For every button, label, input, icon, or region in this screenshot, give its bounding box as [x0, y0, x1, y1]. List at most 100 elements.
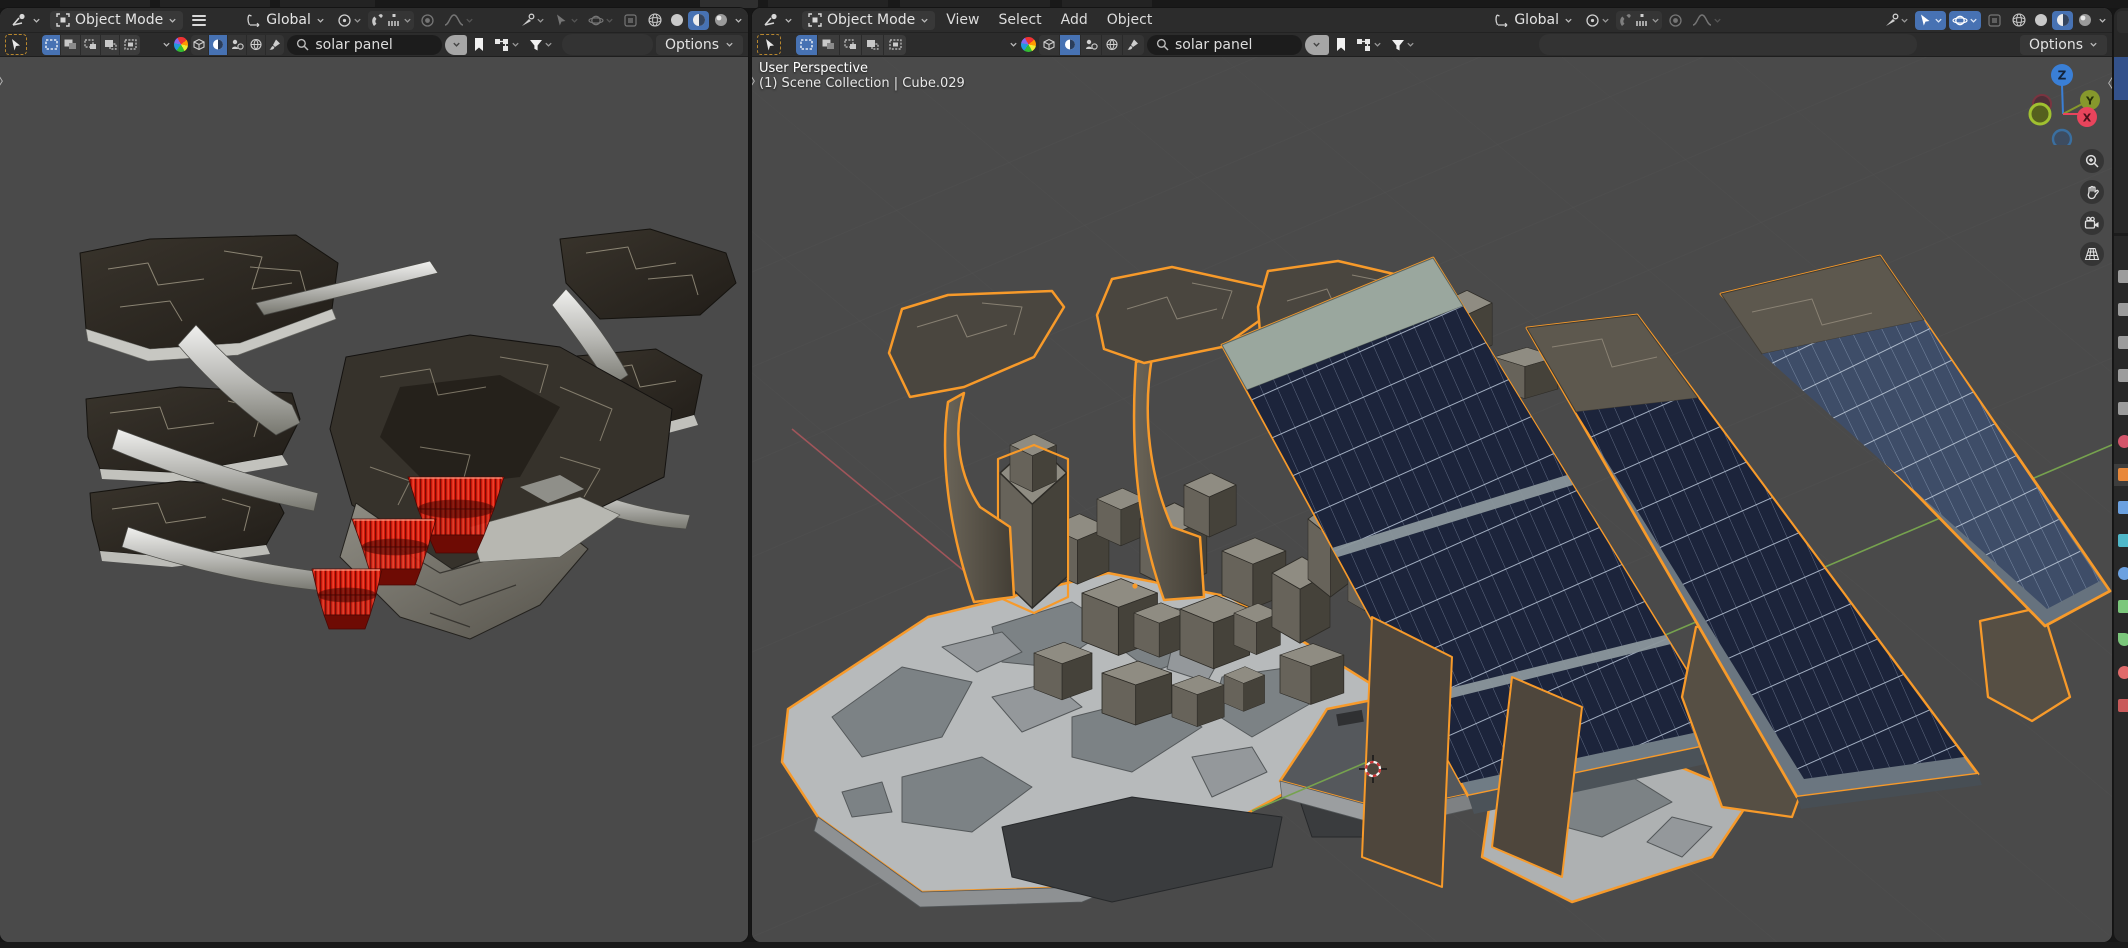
- navigation-gizmo[interactable]: Z Y X: [2016, 61, 2108, 145]
- left-3d-scene[interactable]: [0, 57, 748, 942]
- shading-rendered-button[interactable]: [710, 11, 731, 30]
- asset-bar-region[interactable]: [562, 34, 653, 55]
- asset-type-scene[interactable]: [228, 35, 247, 55]
- axis-neg-z-ball[interactable]: [2053, 130, 2071, 145]
- tab-object-icon[interactable]: [2118, 468, 2128, 481]
- bookmarks-button[interactable]: [1332, 35, 1350, 54]
- collapsed-menus-button[interactable]: [186, 15, 212, 26]
- asset-type-brush[interactable]: [266, 35, 285, 55]
- workspace-tab[interactable]: [768, 0, 888, 8]
- select-mode-subtract[interactable]: [840, 35, 862, 55]
- asset-type-material[interactable]: [1060, 35, 1081, 55]
- asset-type-model[interactable]: [1039, 35, 1060, 55]
- workspace-tab[interactable]: [900, 0, 1050, 8]
- asset-type-brush[interactable]: [1123, 35, 1144, 55]
- show-gizmo-button[interactable]: [1915, 11, 1946, 30]
- sliver-header-stub[interactable]: [2117, 11, 2128, 33]
- spaceship-model[interactable]: [80, 229, 736, 639]
- axis-y-ball[interactable]: Y: [2080, 90, 2100, 110]
- tab-particles-icon[interactable]: [2118, 534, 2128, 547]
- search-input[interactable]: [1175, 37, 1293, 53]
- tab-physics-icon[interactable]: [2118, 567, 2128, 580]
- panel-collapse-icon[interactable]: [162, 40, 171, 49]
- menu-add[interactable]: Add: [1053, 12, 1096, 28]
- object-type-visibility-dropdown[interactable]: [1881, 11, 1912, 30]
- axis-neg-y-ball[interactable]: [2030, 104, 2050, 124]
- shading-solid-button[interactable]: [666, 11, 687, 30]
- camera-view-button[interactable]: [2080, 211, 2104, 235]
- bookmarks-button[interactable]: [470, 35, 488, 54]
- toggle-xray-button[interactable]: [620, 11, 641, 30]
- tab-modifiers-icon[interactable]: [2118, 501, 2128, 514]
- toolbar-expand-arrow[interactable]: 〉: [0, 69, 11, 91]
- perspective-toggle-button[interactable]: [2080, 242, 2104, 266]
- active-tool-button[interactable]: [5, 34, 27, 55]
- menu-object[interactable]: Object: [1099, 12, 1161, 28]
- shading-wireframe-button[interactable]: [644, 11, 665, 30]
- axis-z-ball[interactable]: Z: [2051, 64, 2073, 86]
- shading-wireframe-button[interactable]: [2008, 11, 2029, 30]
- select-mode-invert[interactable]: [862, 35, 884, 55]
- tool-options-dropdown[interactable]: Options: [2020, 35, 2107, 55]
- categories-dropdown[interactable]: [491, 35, 523, 54]
- solar-station-model[interactable]: [782, 256, 2112, 907]
- shading-material-button[interactable]: [688, 11, 709, 30]
- outliner-selected-row[interactable]: [2114, 57, 2128, 100]
- snapping-group[interactable]: [368, 11, 414, 30]
- shading-rendered-button[interactable]: [2074, 11, 2095, 30]
- tab-viewlayer-icon[interactable]: [2118, 369, 2128, 382]
- pan-button[interactable]: [2080, 180, 2104, 204]
- transform-orientation-dropdown[interactable]: Global: [240, 11, 331, 30]
- blenderkit-logo-icon[interactable]: [1021, 37, 1036, 52]
- right-3d-scene[interactable]: [752, 57, 2112, 942]
- filter-dropdown[interactable]: [526, 35, 556, 54]
- asset-type-material[interactable]: [209, 35, 228, 55]
- select-mode-extend[interactable]: [61, 35, 81, 55]
- show-overlays-button[interactable]: [1949, 11, 1981, 30]
- tab-constraints-icon[interactable]: [2118, 600, 2128, 613]
- shading-material-button[interactable]: [2052, 11, 2073, 30]
- asset-type-scene[interactable]: [1081, 35, 1102, 55]
- toggle-xray-button[interactable]: [1984, 11, 2005, 30]
- tab-render-icon[interactable]: [2118, 303, 2128, 316]
- object-type-visibility-dropdown[interactable]: [517, 11, 548, 30]
- tab-texture-icon[interactable]: [2118, 699, 2128, 712]
- tab-object-data-icon[interactable]: [2118, 633, 2128, 646]
- workspace-tab[interactable]: [160, 0, 270, 8]
- select-mode-intersect[interactable]: [884, 35, 906, 55]
- search-input[interactable]: [315, 37, 433, 53]
- menu-select[interactable]: Select: [990, 12, 1049, 28]
- mode-dropdown[interactable]: Object Mode: [50, 11, 183, 30]
- workspace-tab[interactable]: [280, 0, 375, 8]
- panel-collapse-icon[interactable]: [1009, 40, 1018, 49]
- select-mode-set[interactable]: [796, 35, 818, 55]
- tab-material-icon[interactable]: [2118, 666, 2128, 679]
- left-viewport-canvas[interactable]: 〉: [0, 57, 748, 942]
- right-viewport-canvas[interactable]: 〉 〈 User Perspective (1) Scene Collectio…: [752, 57, 2112, 942]
- show-overlays-button[interactable]: [585, 11, 617, 30]
- zoom-button[interactable]: [2080, 149, 2104, 173]
- mode-dropdown[interactable]: Object Mode: [802, 11, 935, 30]
- asset-search-field[interactable]: [1147, 35, 1302, 55]
- select-mode-subtract[interactable]: [81, 35, 101, 55]
- workspace-tab[interactable]: [1062, 0, 1152, 8]
- transform-orientation-dropdown[interactable]: Global: [1488, 11, 1579, 30]
- select-mode-intersect[interactable]: [120, 35, 140, 55]
- proportional-editing-button[interactable]: [417, 11, 438, 30]
- tab-tool-icon[interactable]: [2118, 270, 2128, 283]
- asset-search-field[interactable]: [287, 35, 442, 55]
- editor-type-button[interactable]: [757, 11, 799, 30]
- proportional-editing-button[interactable]: [1665, 11, 1686, 30]
- categories-dropdown[interactable]: [1353, 35, 1385, 54]
- filter-dropdown[interactable]: [1388, 35, 1418, 54]
- proportional-falloff-dropdown[interactable]: [441, 11, 477, 30]
- asset-rating-button[interactable]: [445, 35, 466, 55]
- blenderkit-logo-icon[interactable]: [174, 37, 187, 52]
- menu-view[interactable]: View: [938, 12, 987, 28]
- select-mode-extend[interactable]: [818, 35, 840, 55]
- transform-pivot-button[interactable]: [1582, 11, 1613, 30]
- workspace-tab-active[interactable]: [700, 0, 758, 8]
- asset-type-hdr[interactable]: [247, 35, 266, 55]
- snapping-group[interactable]: [1616, 11, 1662, 30]
- tab-output-icon[interactable]: [2118, 336, 2128, 349]
